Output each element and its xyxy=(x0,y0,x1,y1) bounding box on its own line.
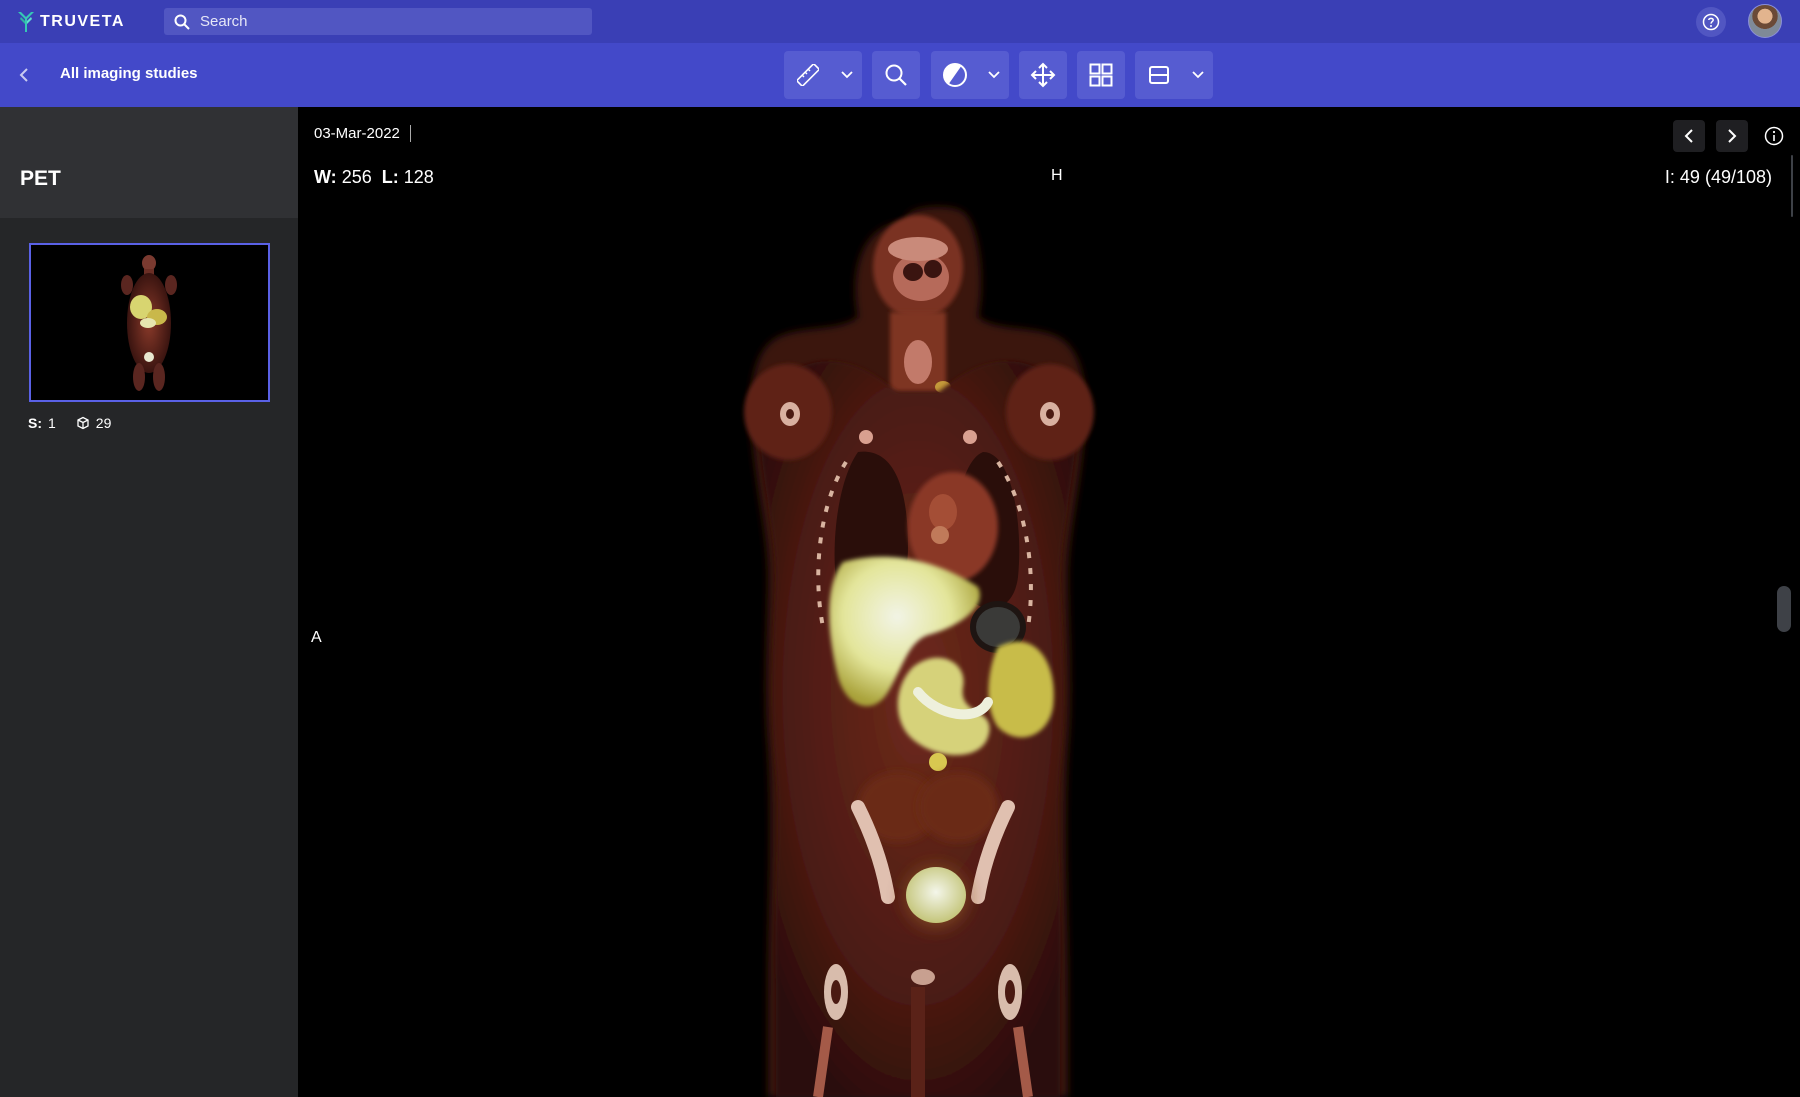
help-icon xyxy=(1702,13,1720,31)
brand-name: TRUVETA xyxy=(40,13,125,30)
magnifier-icon xyxy=(885,64,907,86)
pet-ct-fused-image xyxy=(744,206,1094,1097)
chevron-down-icon xyxy=(1192,71,1204,79)
layout-tool-button[interactable] xyxy=(1077,51,1125,99)
ruler-icon xyxy=(797,64,819,86)
help-button[interactable] xyxy=(1696,7,1726,37)
study-toolbar: All imaging studies xyxy=(0,43,1800,107)
ruler-tool[interactable] xyxy=(784,51,832,99)
next-image-button[interactable] xyxy=(1716,120,1748,152)
orientation-marker-left: A xyxy=(311,629,322,646)
chevron-down-icon xyxy=(841,71,853,79)
zoom-tool-button[interactable] xyxy=(872,51,920,99)
info-button[interactable] xyxy=(1762,124,1786,148)
series-layout-tool[interactable] xyxy=(1135,51,1183,99)
orientation-marker-top: H xyxy=(1051,167,1063,184)
back-button[interactable] xyxy=(12,63,36,87)
user-avatar[interactable] xyxy=(1748,4,1782,38)
top-bar: TRUVETA xyxy=(0,0,1800,43)
contrast-icon xyxy=(943,63,967,87)
series-sidebar: PET S: 1 29 xyxy=(0,107,298,1097)
level-label: L: xyxy=(381,167,399,187)
brand-logo[interactable]: TRUVETA xyxy=(16,9,125,35)
chevron-right-icon xyxy=(1728,129,1737,143)
pan-tool-button[interactable] xyxy=(1019,51,1067,99)
image-count: 29 xyxy=(95,415,112,431)
series-title: PET xyxy=(20,167,61,190)
info-icon xyxy=(1764,126,1784,146)
search-box[interactable] xyxy=(164,8,592,35)
window-value: 256 xyxy=(341,167,372,187)
truveta-logo-icon xyxy=(18,12,34,32)
pan-icon xyxy=(1030,62,1056,88)
window-level-readout: W: 256 L: 128 xyxy=(314,167,434,188)
series-number: 1 xyxy=(48,415,56,431)
thumbnail-meta: S: 1 29 xyxy=(28,415,111,431)
series-label: S: xyxy=(28,415,42,431)
window-level-tool-button[interactable] xyxy=(931,51,1009,99)
series-layout-tool-button[interactable] xyxy=(1135,51,1213,99)
pet-thumbnail-image xyxy=(121,255,177,391)
window-label: W: xyxy=(314,167,337,187)
back-link-label[interactable]: All imaging studies xyxy=(60,65,198,82)
series-layout-dropdown[interactable] xyxy=(1183,51,1213,99)
layout-grid-icon xyxy=(1089,63,1113,87)
chevron-left-icon xyxy=(19,68,28,82)
image-index-readout: I: 49 (49/108) xyxy=(1664,167,1772,187)
contrast-tool[interactable] xyxy=(931,51,979,99)
chevron-left-icon xyxy=(1684,129,1693,143)
study-date: 03-Mar-2022 xyxy=(314,125,411,142)
search-icon xyxy=(174,14,190,30)
measure-tool-button[interactable] xyxy=(784,51,862,99)
previous-image-button[interactable] xyxy=(1673,120,1705,152)
series-layout-icon xyxy=(1149,66,1169,84)
search-input[interactable] xyxy=(200,13,560,30)
contrast-dropdown[interactable] xyxy=(979,51,1009,99)
level-value: 128 xyxy=(403,167,434,187)
chevron-down-icon xyxy=(988,71,1000,79)
measure-dropdown[interactable] xyxy=(832,51,862,99)
viewport-scroll-indicator xyxy=(1791,155,1793,217)
series-header: PET xyxy=(0,107,298,218)
series-thumbnail[interactable] xyxy=(29,243,270,402)
image-stack-icon xyxy=(77,416,89,430)
slice-scrollbar-thumb[interactable] xyxy=(1777,586,1791,632)
image-viewport[interactable]: 03-Mar-2022 W: 256 L: 128 H A I: 49 (49/… xyxy=(298,107,1800,1097)
